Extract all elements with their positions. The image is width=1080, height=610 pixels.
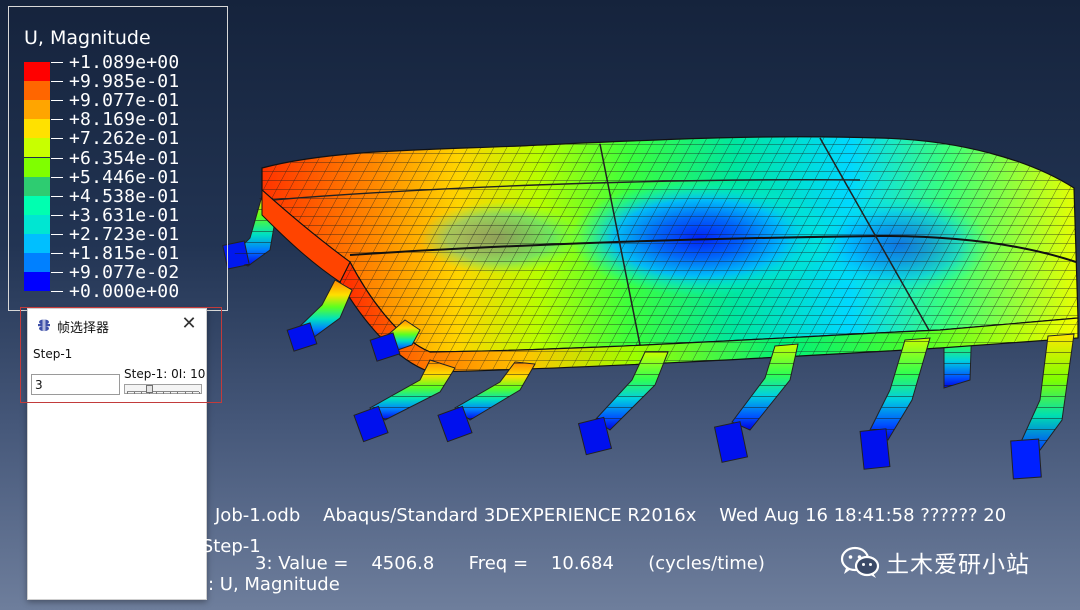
legend-title: U, Magnitude bbox=[24, 27, 151, 49]
legend-tick bbox=[51, 233, 63, 235]
leg-8 bbox=[1010, 333, 1075, 480]
legend-swatch bbox=[24, 100, 50, 120]
legend-value: +3.631e-01 bbox=[69, 204, 180, 226]
legend-tick bbox=[51, 119, 63, 121]
legend-value: +9.077e-02 bbox=[69, 262, 180, 284]
legend-value: +0.000e+00 bbox=[69, 281, 180, 303]
legend-value: +1.815e-01 bbox=[69, 243, 180, 264]
legend-swatch bbox=[24, 138, 50, 158]
legend-swatch bbox=[24, 233, 50, 253]
legend-tick bbox=[51, 176, 63, 178]
status-step: 步: Step-1 bbox=[172, 536, 261, 557]
legend-value: +9.985e-01 bbox=[69, 71, 180, 93]
legend-tick bbox=[51, 214, 63, 216]
status-variable: : U, Magnitude bbox=[208, 574, 340, 595]
legend-value: +1.089e+00 bbox=[69, 52, 180, 73]
status-job-info: Job-1.odb Abaqus/Standard 3DEXPERIENCE R… bbox=[215, 505, 1007, 526]
legend-swatch bbox=[24, 119, 50, 139]
legend-value: +6.354e-01 bbox=[69, 147, 180, 169]
status-frame-value: 3: Value = 4506.8 Freq = 10.684 (cycles/… bbox=[255, 553, 765, 574]
abaqus-viewport[interactable]: U, Magnitude +1.089e+00 +9.985e-01 +9.077e… bbox=[0, 0, 1080, 610]
legend-tick bbox=[51, 195, 63, 197]
leg-1 bbox=[286, 279, 353, 352]
legend-swatch bbox=[24, 157, 50, 177]
legend-swatch bbox=[24, 81, 50, 101]
legend-swatch bbox=[24, 176, 50, 196]
legend-value: +7.262e-01 bbox=[69, 128, 180, 150]
legend-swatch bbox=[24, 253, 50, 273]
legend-tick bbox=[51, 62, 63, 63]
watermark-text: 土木爱研小站 bbox=[886, 552, 1030, 578]
legend-value: +2.723e-01 bbox=[69, 223, 180, 245]
legend-tick bbox=[51, 81, 63, 83]
legend-value: +9.077e-01 bbox=[69, 90, 180, 112]
legend-swatch bbox=[24, 214, 50, 234]
leg-6 bbox=[713, 343, 799, 463]
legend-tick bbox=[51, 100, 63, 102]
legend-swatch bbox=[24, 62, 50, 82]
legend-value: +8.169e-01 bbox=[69, 109, 180, 131]
legend-swatch bbox=[24, 272, 50, 292]
legend-swatch bbox=[24, 195, 50, 215]
legend-tick bbox=[51, 272, 63, 274]
wechat-icon bbox=[840, 546, 880, 578]
watermark: 土木爱研小站 bbox=[840, 545, 1030, 579]
leg-4 bbox=[437, 361, 536, 443]
legend-tick bbox=[51, 253, 63, 254]
leg-3 bbox=[353, 359, 456, 443]
highlight-annotation-box bbox=[20, 307, 222, 403]
leg-7 bbox=[859, 337, 931, 470]
contour-legend: U, Magnitude +1.089e+00 +9.985e-01 +9.077e… bbox=[8, 6, 228, 311]
leg-5 bbox=[577, 351, 669, 456]
legend-value: +4.538e-01 bbox=[69, 185, 180, 207]
legend-tick bbox=[51, 157, 63, 159]
legend-tick bbox=[51, 138, 63, 140]
legend-tick bbox=[51, 291, 63, 293]
legend-value: +5.446e-01 bbox=[69, 166, 180, 188]
